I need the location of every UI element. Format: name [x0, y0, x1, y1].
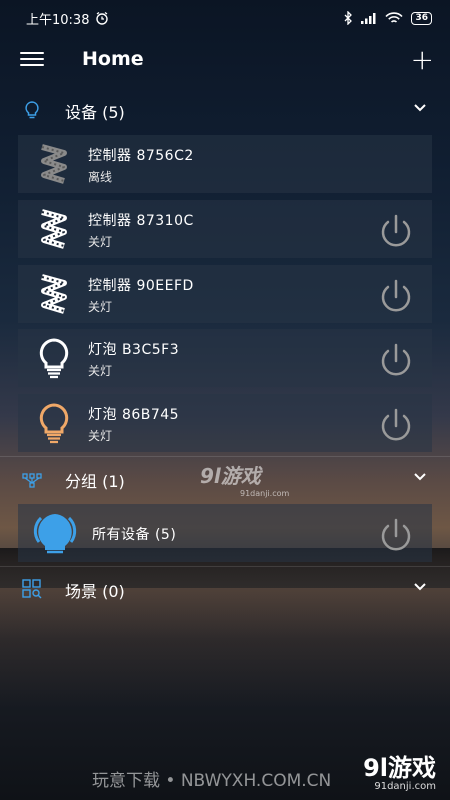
device-name: 灯泡 B3C5F3	[88, 342, 180, 358]
chevron-down-icon[interactable]	[414, 583, 426, 591]
app-bar: Home +	[0, 36, 450, 86]
lightbulb-outline-icon	[25, 101, 39, 119]
watermark-logo: 9l游戏	[200, 464, 261, 488]
device-name: 控制器 87310C	[88, 213, 194, 229]
device-name: 控制器 90EEFD	[88, 278, 194, 294]
power-button-icon[interactable]	[376, 277, 416, 317]
device-name: 灯泡 86B745	[88, 407, 180, 423]
section-title-groups: 分组 (1)	[65, 472, 125, 491]
group-name: 所有设备 (5)	[92, 527, 177, 543]
status-time: 上午10:38	[26, 12, 90, 28]
chevron-down-icon[interactable]	[414, 473, 426, 481]
power-button-icon[interactable]	[376, 212, 416, 252]
led-strip-icon	[41, 144, 67, 184]
power-button-icon[interactable]	[376, 341, 416, 381]
bulb-white-icon	[39, 338, 69, 379]
chevron-down-icon[interactable]	[414, 104, 426, 112]
add-button[interactable]: +	[411, 46, 434, 74]
section-header-scenes[interactable]: 场景 (0)	[0, 567, 450, 611]
device-status: 关灯	[88, 429, 113, 443]
footer-logo-text: 9l游戏	[363, 754, 436, 782]
alarm-icon	[96, 11, 109, 25]
group-nodes-icon	[22, 473, 42, 488]
device-card[interactable]: 控制器 8756C2 离线	[18, 135, 432, 193]
signal-icon	[361, 13, 376, 24]
device-card[interactable]: 灯泡 86B745 关灯	[18, 394, 432, 452]
device-status: 关灯	[88, 235, 113, 249]
watermark-url: 91danji.com	[240, 489, 290, 498]
group-card[interactable]: 所有设备 (5)	[18, 504, 432, 562]
section-title-scenes: 场景 (0)	[65, 582, 125, 601]
device-card[interactable]: 控制器 90EEFD 关灯	[18, 265, 432, 323]
bluetooth-icon	[345, 11, 353, 25]
device-status: 关灯	[88, 364, 113, 378]
battery-indicator: 36	[411, 11, 432, 25]
footer-text: 玩意下载 • NBWYXH.COM.CN	[92, 771, 332, 791]
page-title: Home	[82, 48, 144, 70]
led-strip-icon	[41, 274, 67, 314]
footer-logo: 9l游戏 91danji.com	[363, 748, 436, 792]
menu-button[interactable]	[20, 52, 44, 70]
device-status: 关灯	[88, 300, 113, 314]
watermark: 9l游戏 91danji.com	[200, 460, 289, 498]
section-header-devices[interactable]: 设备 (5)	[0, 88, 450, 132]
device-name: 控制器 8756C2	[88, 148, 194, 164]
device-card[interactable]: 灯泡 B3C5F3 关灯	[18, 329, 432, 387]
bulb-blue-icon	[33, 514, 77, 554]
device-status: 离线	[88, 170, 113, 184]
scene-grid-icon	[22, 579, 42, 599]
footer-logo-url: 91danji.com	[374, 781, 436, 792]
power-button-icon[interactable]	[376, 406, 416, 446]
section-title-devices: 设备 (5)	[65, 103, 125, 122]
bulb-orange-icon	[39, 403, 69, 444]
device-card[interactable]: 控制器 87310C 关灯	[18, 200, 432, 258]
led-strip-icon	[41, 209, 67, 249]
wifi-icon	[385, 11, 404, 23]
power-button-icon[interactable]	[376, 516, 416, 556]
status-bar: 上午10:38 36	[0, 0, 450, 36]
